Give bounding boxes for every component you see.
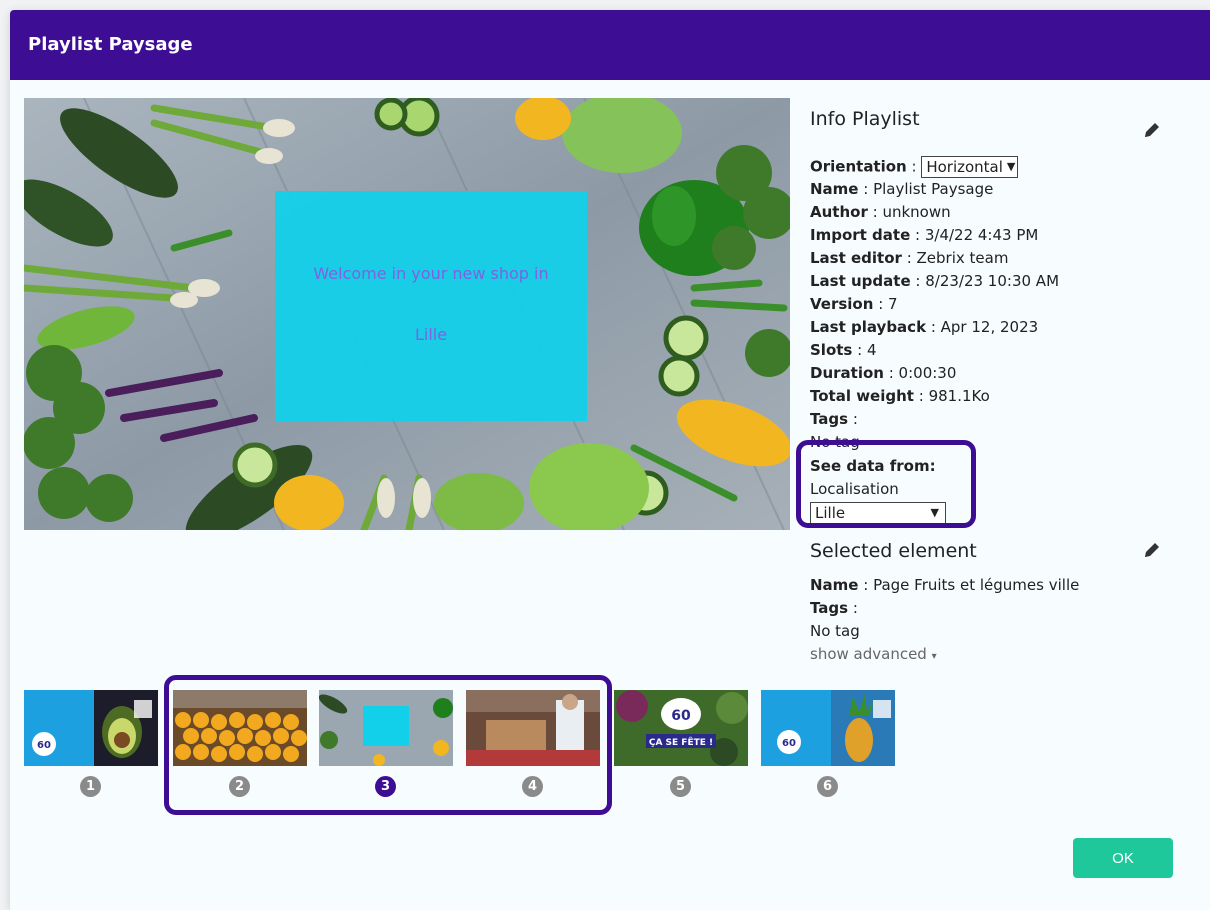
thumb-60-logo-1: 60 xyxy=(37,740,51,751)
selected-name-label: Name xyxy=(810,576,859,594)
field-slots: Slots : 4 xyxy=(810,341,877,359)
field-label: Author xyxy=(810,203,868,221)
selected-tags-value: No tag xyxy=(810,622,860,640)
selected-tags-label: Tags xyxy=(810,599,849,617)
see-data-highlight xyxy=(796,440,976,528)
orientation-row: Orientation : Horizontal ▼ xyxy=(810,156,1019,178)
field-name: Name : Playlist Paysage xyxy=(810,180,994,198)
modal-title: Playlist Paysage xyxy=(28,34,193,55)
orientation-select[interactable]: Horizontal ▼ xyxy=(921,156,1019,178)
thumb-60-logo-6: 60 xyxy=(782,738,796,749)
show-advanced-link[interactable]: show advanced ▾ xyxy=(810,645,937,663)
field-value: unknown xyxy=(882,203,951,221)
field-value: Zebrix team xyxy=(916,249,1009,267)
slot-badge-6[interactable]: 6 xyxy=(817,776,838,797)
field-last-playback: Last playback : Apr 12, 2023 xyxy=(810,318,1039,336)
tags-label: Tags xyxy=(810,410,849,428)
selected-element-title: Selected element xyxy=(810,540,977,562)
field-value: Playlist Paysage xyxy=(873,180,994,198)
field-value: 0:00:30 xyxy=(898,364,957,382)
thumbnail-1[interactable]: 60 xyxy=(24,690,158,766)
thumbnails-highlight xyxy=(164,675,612,815)
overlay-box: Welcome in your new shop in Lille xyxy=(275,191,587,421)
selected-name-value: Page Fruits et légumes ville xyxy=(873,576,1080,594)
tags-row: Tags : xyxy=(810,410,858,428)
field-last-editor: Last editor : Zebrix team xyxy=(810,249,1009,267)
chevron-down-icon: ▼ xyxy=(1006,160,1016,173)
field-value: 3/4/22 4:43 PM xyxy=(924,226,1039,244)
field-label: Name xyxy=(810,180,859,198)
field-label: Last update xyxy=(810,272,911,290)
field-label: Total weight xyxy=(810,387,914,405)
caret-down-icon: ▾ xyxy=(931,651,937,662)
field-label: Slots xyxy=(810,341,853,359)
modal-header: Playlist Paysage xyxy=(10,10,1210,80)
thumb-ca-se-fete: ÇA SE FÊTE ! xyxy=(649,736,713,748)
slot-badge-5[interactable]: 5 xyxy=(670,776,691,797)
selected-tags-row: Tags : xyxy=(810,599,858,617)
overlay-city-text: Lille xyxy=(414,325,448,344)
field-value: 7 xyxy=(888,295,898,313)
thumbnail-5[interactable]: 60 ÇA SE FÊTE ! xyxy=(614,690,748,766)
ok-button[interactable]: OK xyxy=(1073,838,1173,878)
pencil-icon[interactable] xyxy=(1142,540,1162,560)
field-last-update: Last update : 8/23/23 10:30 AM xyxy=(810,272,1060,290)
thumb-60-logo-5: 60 xyxy=(671,708,691,724)
selected-name-row: Name : Page Fruits et légumes ville xyxy=(810,576,1080,594)
info-playlist-title: Info Playlist xyxy=(810,108,920,130)
slot-badge-1[interactable]: 1 xyxy=(80,776,101,797)
field-value: 981.1Ko xyxy=(928,387,990,405)
orientation-label: Orientation xyxy=(810,157,907,176)
field-label: Last editor xyxy=(810,249,902,267)
field-label: Duration xyxy=(810,364,884,382)
field-label: Last playback xyxy=(810,318,927,336)
field-label: Version xyxy=(810,295,874,313)
playlist-preview: Welcome in your new shop in Lille xyxy=(24,98,790,530)
field-value: 4 xyxy=(866,341,877,359)
pencil-icon[interactable] xyxy=(1142,120,1162,140)
field-value: 8/23/23 10:30 AM xyxy=(925,272,1060,290)
thumbnail-6[interactable]: 60 xyxy=(761,690,895,766)
field-value: Apr 12, 2023 xyxy=(940,318,1039,336)
orientation-value: Horizontal xyxy=(926,158,1003,176)
field-version: Version : 7 xyxy=(810,295,898,313)
field-author: Author : unknown xyxy=(810,203,951,221)
field-total-weight: Total weight : 981.1Ko xyxy=(810,387,990,405)
field-duration: Duration : 0:00:30 xyxy=(810,364,957,382)
field-import-date: Import date : 3/4/22 4:43 PM xyxy=(810,226,1039,244)
overlay-welcome-text: Welcome in your new shop in xyxy=(313,264,549,283)
field-label: Import date xyxy=(810,226,911,244)
show-advanced-label: show advanced xyxy=(810,645,927,663)
